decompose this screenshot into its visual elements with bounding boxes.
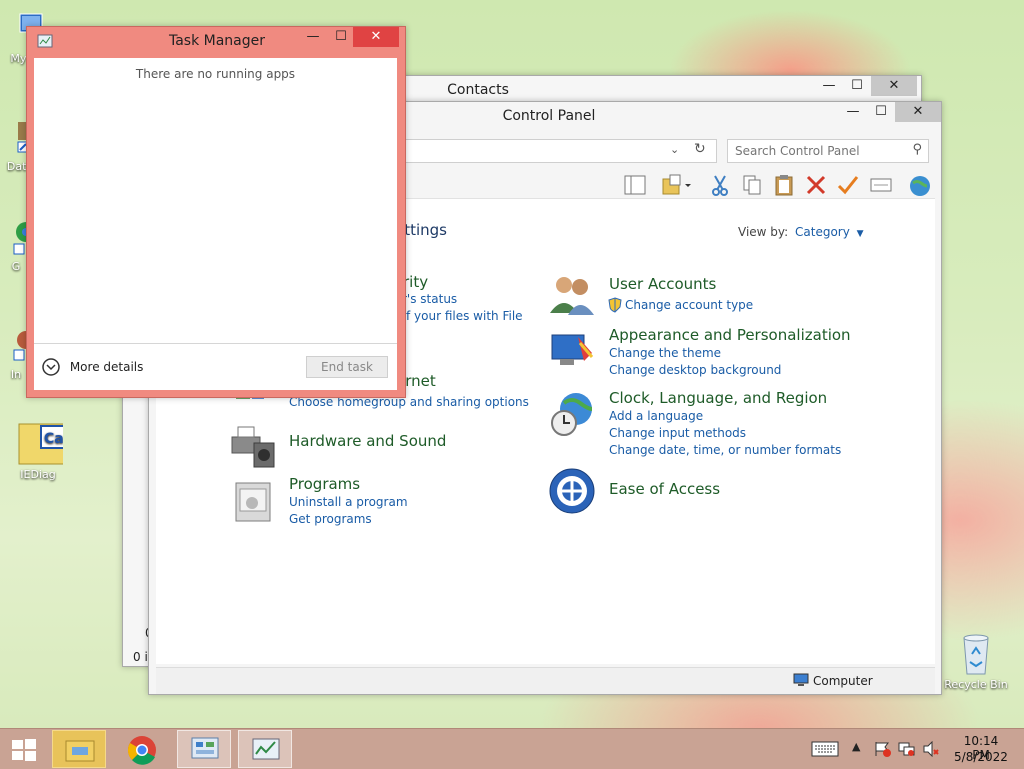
paste-icon[interactable] xyxy=(773,174,795,196)
change-account-type-link[interactable]: Change account type xyxy=(625,298,753,312)
taskbar-chrome[interactable] xyxy=(116,730,170,768)
chrome-icon xyxy=(128,736,156,765)
clock-date[interactable]: 5/8/2022 xyxy=(954,750,1008,764)
layout-icon[interactable] xyxy=(623,174,647,196)
taskbar-task-manager[interactable] xyxy=(238,730,292,768)
properties-icon[interactable] xyxy=(869,174,893,196)
file-history-link[interactable]: f your files with File xyxy=(406,309,523,323)
folder-options-icon[interactable] xyxy=(661,174,691,196)
programs-title[interactable]: Programs xyxy=(289,475,360,493)
desktop-icon-label: Recycle Bin xyxy=(944,678,1008,691)
task-manager-titlebar[interactable]: Task Manager — ☐ ✕ xyxy=(27,27,405,55)
input-methods-link[interactable]: Change input methods xyxy=(609,426,746,440)
user-accounts-icon xyxy=(550,277,594,315)
start-button[interactable] xyxy=(0,730,48,768)
taskbar-control-panel[interactable] xyxy=(177,730,231,768)
system-security-title[interactable]: rity xyxy=(403,273,428,291)
refresh-icon[interactable]: ↻ xyxy=(694,141,706,157)
end-task-button[interactable]: End task xyxy=(306,356,388,378)
clock-region-title[interactable]: Clock, Language, and Region xyxy=(609,389,827,407)
maximize-button[interactable]: ☐ xyxy=(843,76,871,96)
desktop-icon-recycle-bin[interactable]: Recycle Bin xyxy=(944,632,1008,691)
search-box[interactable]: ⚲ xyxy=(727,139,929,163)
folder-icon xyxy=(65,740,95,762)
desktop-icon-label: IEDiag xyxy=(20,468,56,481)
recycle-bin-icon xyxy=(963,634,989,675)
minimize-button[interactable]: — xyxy=(839,102,867,122)
network-status-icon[interactable] xyxy=(898,741,916,757)
shield-icon xyxy=(608,297,622,313)
window-title: Control Panel xyxy=(502,108,596,124)
view-by-dropdown[interactable]: Category ▼ xyxy=(795,225,864,239)
get-programs-link[interactable]: Get programs xyxy=(289,512,372,526)
desktop-icon-label: In xyxy=(10,368,22,381)
show-hidden-icons[interactable]: ▲ xyxy=(852,740,860,753)
cut-icon[interactable] xyxy=(709,174,731,196)
address-bar[interactable]: ⌄ ↻ xyxy=(397,139,717,163)
volume-muted-icon[interactable] xyxy=(922,741,940,757)
status-computer: Computer xyxy=(813,674,873,688)
chevron-down-icon: ▼ xyxy=(856,229,864,239)
task-manager-body: There are no running apps More details E… xyxy=(34,58,397,390)
more-details-label: More details xyxy=(69,360,144,374)
clock-globe-icon xyxy=(551,393,593,436)
action-center-icon[interactable] xyxy=(874,741,892,757)
desktop-icon-label: G xyxy=(11,260,21,273)
more-details-toggle[interactable]: More details xyxy=(42,358,143,376)
maximize-button[interactable]: ☐ xyxy=(867,102,895,122)
empty-message: There are no running apps xyxy=(135,67,296,81)
control-panel-icon xyxy=(191,737,219,759)
programs-icon xyxy=(235,482,271,522)
taskbar-file-explorer[interactable] xyxy=(52,730,106,768)
change-background-link[interactable]: Change desktop background xyxy=(609,363,781,377)
chevron-down-circle-icon xyxy=(42,358,60,376)
iediag-icon: Ca xyxy=(18,423,63,465)
ease-of-access-icon xyxy=(549,468,595,514)
desktop-icon-iediag[interactable]: Ca IEDiag xyxy=(8,422,68,481)
search-input[interactable] xyxy=(733,140,905,162)
close-button[interactable]: ✕ xyxy=(895,102,941,122)
svg-text:Ca: Ca xyxy=(44,431,63,447)
chevron-down-icon[interactable]: ⌄ xyxy=(670,143,679,156)
change-theme-link[interactable]: Change the theme xyxy=(609,346,721,360)
hardware-sound-title[interactable]: Hardware and Sound xyxy=(289,432,446,450)
appearance-title[interactable]: Appearance and Personalization xyxy=(609,326,851,344)
task-manager-window[interactable]: Task Manager — ☐ ✕ There are no running … xyxy=(26,26,406,398)
status-bar: Computer xyxy=(156,667,935,694)
windows-logo-icon xyxy=(12,739,36,761)
maximize-button[interactable]: ☐ xyxy=(327,27,355,47)
date-time-formats-link[interactable]: Change date, time, or number formats xyxy=(609,443,841,457)
minimize-button[interactable]: — xyxy=(299,27,327,47)
add-language-link[interactable]: Add a language xyxy=(609,409,703,423)
keyboard-icon[interactable] xyxy=(811,741,839,757)
close-button[interactable]: ✕ xyxy=(871,76,917,96)
minimize-button[interactable]: — xyxy=(815,76,843,96)
view-by-value: Category xyxy=(795,225,850,239)
window-title: Task Manager xyxy=(168,33,266,49)
hardware-sound-icon xyxy=(231,426,275,468)
user-accounts-title[interactable]: User Accounts xyxy=(609,275,716,293)
uninstall-program-link[interactable]: Uninstall a program xyxy=(289,495,408,509)
review-status-link[interactable]: r's status xyxy=(402,292,457,306)
task-manager-footer: More details End task xyxy=(34,343,397,390)
computer-icon xyxy=(793,673,809,686)
task-manager-icon xyxy=(252,738,280,760)
appearance-icon xyxy=(551,334,594,365)
task-manager-icon xyxy=(37,34,53,48)
ease-of-access-title[interactable]: Ease of Access xyxy=(609,480,720,498)
copy-icon[interactable] xyxy=(741,174,763,196)
close-button[interactable]: ✕ xyxy=(353,27,399,47)
view-by-label: View by: xyxy=(738,225,789,239)
search-icon[interactable]: ⚲ xyxy=(912,142,922,157)
checkmark-icon[interactable] xyxy=(837,174,859,196)
taskbar: ▲ 10:14 PM 5/8/2022 xyxy=(0,728,1024,769)
globe-icon[interactable] xyxy=(907,174,933,198)
delete-icon[interactable] xyxy=(805,174,827,196)
